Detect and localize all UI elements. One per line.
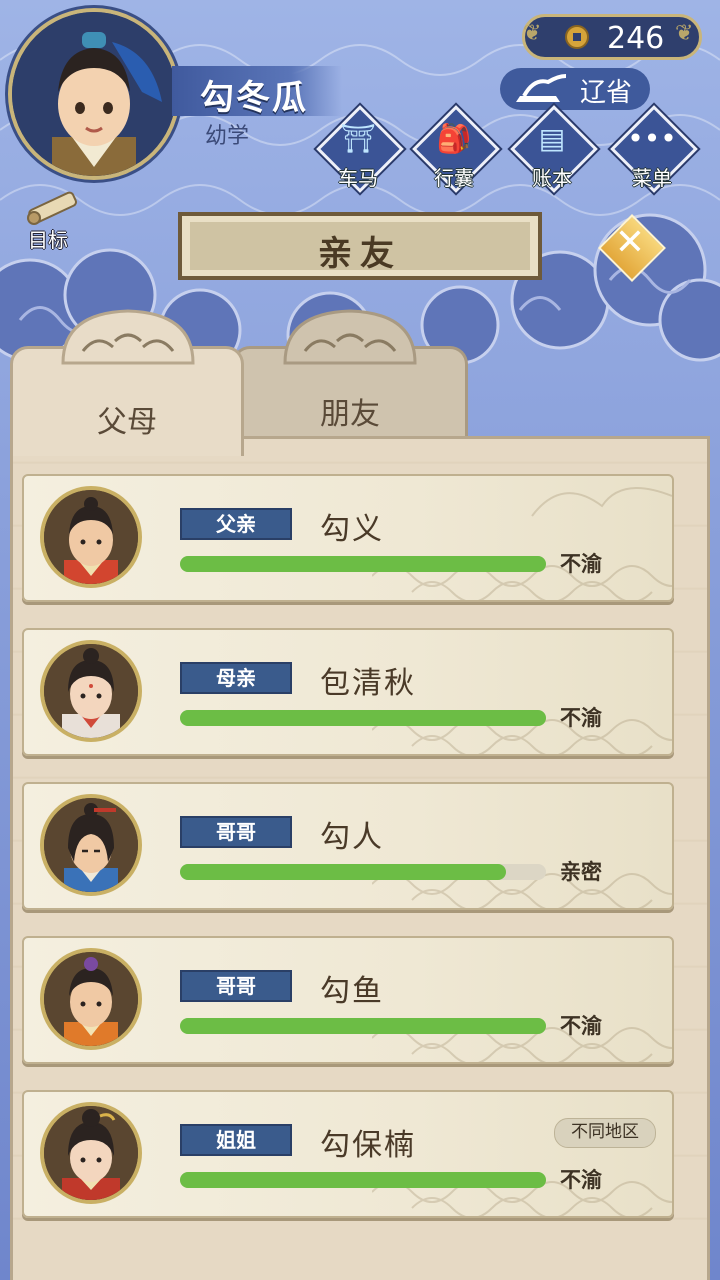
goal-button[interactable]: 目标 — [8, 186, 98, 252]
goal-label: 目标 — [28, 228, 68, 252]
player-avatar[interactable] — [8, 8, 180, 180]
scroll-icon — [27, 191, 78, 225]
relation-tag: 哥哥 — [180, 970, 292, 1002]
relative-name: 勾保楠 — [320, 1128, 416, 1163]
player-portrait — [12, 12, 176, 176]
affinity-bar-fill — [180, 1172, 546, 1188]
close-button[interactable]: ✕ — [598, 214, 666, 282]
currency-display: ❦ 246 ❦ — [522, 14, 702, 60]
menu-button-more[interactable]: ••• 菜单 — [610, 105, 698, 193]
menu-button-carriage[interactable]: ⛩ 车马 — [316, 105, 404, 193]
relative-card[interactable]: 母亲 包清秋 不渝 — [22, 628, 674, 756]
wave-pattern — [372, 487, 672, 600]
affinity-status: 不渝 — [560, 706, 602, 730]
wave-pattern — [372, 1181, 672, 1216]
tab-friends-label: 朋友 — [320, 397, 380, 432]
menu-label-ledger: 账本 — [532, 166, 572, 190]
affinity-bar — [180, 556, 546, 572]
location-label: 辽省 — [580, 78, 633, 108]
region-badge: 不同地区 — [554, 1118, 656, 1148]
wave-pattern — [372, 873, 672, 908]
affinity-bar-fill — [180, 710, 546, 726]
wave-pattern — [372, 1027, 672, 1062]
wave-pattern — [372, 719, 672, 754]
copper-coin-icon — [565, 25, 589, 49]
affinity-bar-fill — [180, 556, 546, 572]
relative-name: 勾人 — [320, 820, 384, 855]
affinity-bar-fill — [180, 1018, 546, 1034]
relative-card[interactable]: 哥哥 勾人 亲密 — [22, 782, 674, 910]
relative-card[interactable]: 哥哥 勾鱼 不渝 — [22, 936, 674, 1064]
tab-parents[interactable]: 父母 — [10, 309, 244, 456]
tab-friends[interactable]: 朋友 — [232, 309, 468, 438]
relative-portrait — [40, 1102, 142, 1204]
page-title: 亲友 — [318, 234, 402, 274]
relation-tag: 姐姐 — [180, 1124, 292, 1156]
menu-button-bundle[interactable]: 🎒 行囊 — [412, 105, 500, 193]
player-rank: 幼学 — [205, 124, 250, 149]
relation-tag: 哥哥 — [180, 816, 292, 848]
affinity-status: 不渝 — [560, 1168, 602, 1192]
affinity-bar — [180, 1172, 546, 1188]
bamboo-right-icon: ❦ — [675, 21, 694, 46]
affinity-bar-fill — [180, 864, 506, 880]
relative-card[interactable]: 姐姐 勾保楠 不同地区 不渝 — [22, 1090, 674, 1218]
close-icon: ✕ — [614, 222, 646, 263]
relative-portrait — [40, 640, 142, 742]
menu-label-carriage: 车马 — [338, 166, 378, 190]
affinity-bar — [180, 864, 546, 880]
relative-portrait — [40, 486, 142, 588]
more-icon: ••• — [627, 122, 677, 155]
relative-portrait — [40, 794, 142, 896]
menu-button-ledger[interactable]: ▤ 账本 — [510, 105, 598, 193]
relative-name: 勾义 — [320, 512, 384, 547]
currency-value: 246 — [607, 21, 665, 56]
affinity-status: 不渝 — [560, 1014, 602, 1038]
relative-portrait — [40, 948, 142, 1050]
location-button[interactable]: 辽省 — [500, 68, 650, 110]
bamboo-left-icon: ❦ — [523, 21, 542, 46]
affinity-status: 亲密 — [560, 860, 602, 884]
affinity-bar — [180, 710, 546, 726]
player-name: 勾冬瓜 — [200, 78, 308, 118]
carriage-icon: ⛩ — [340, 122, 376, 155]
relation-tag: 父亲 — [180, 508, 292, 540]
relative-name: 勾鱼 — [320, 974, 384, 1009]
bundle-icon: 🎒 — [436, 122, 472, 155]
ledger-icon: ▤ — [538, 122, 566, 155]
title-banner: 亲友 — [178, 212, 542, 280]
relative-name: 包清秋 — [320, 666, 416, 701]
tab-parents-label: 父母 — [97, 405, 157, 440]
cloud-ornament-icon — [283, 309, 417, 365]
affinity-bar — [180, 1018, 546, 1034]
relation-tag: 母亲 — [180, 662, 292, 694]
menu-label-bundle: 行囊 — [434, 166, 474, 190]
cloud-ornament-icon — [61, 309, 195, 365]
menu-label-more: 菜单 — [632, 166, 672, 190]
iron-lamp-icon — [516, 74, 567, 102]
relative-card[interactable]: 父亲 勾义 不渝 — [22, 474, 674, 602]
affinity-status: 不渝 — [560, 552, 602, 576]
